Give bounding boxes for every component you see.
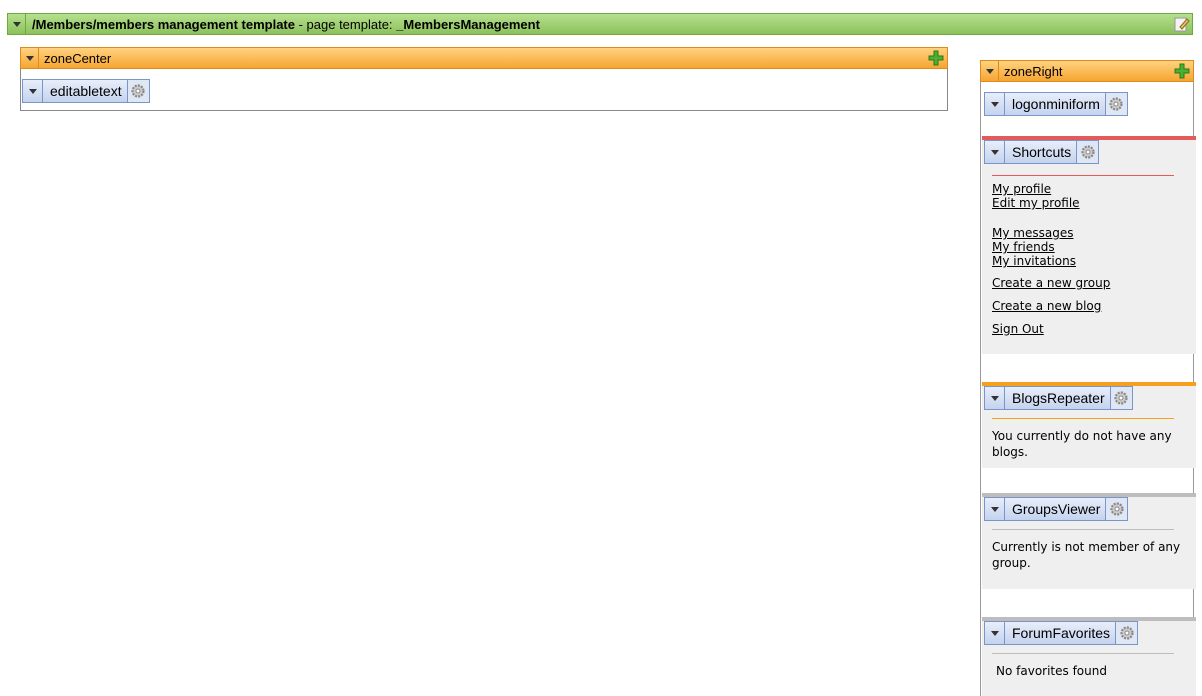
webpart-label: Shortcuts (1012, 144, 1072, 160)
link-my-messages[interactable]: My messages (992, 226, 1110, 240)
webpart-label: BlogsRepeater (1012, 390, 1105, 406)
add-webpart-icon[interactable] (928, 50, 944, 66)
template-separator: - page template: (294, 16, 397, 32)
webpart-editabletext[interactable]: editabletext (22, 79, 150, 103)
collapse-arrow-icon[interactable] (21, 48, 39, 68)
collapse-arrow-icon[interactable] (985, 622, 1005, 644)
gear-icon[interactable] (1076, 141, 1099, 163)
collapse-arrow-icon[interactable] (985, 141, 1005, 163)
gear-icon[interactable] (1109, 387, 1132, 409)
gear-icon[interactable] (1105, 498, 1128, 520)
link-create-group[interactable]: Create a new group (992, 276, 1110, 290)
webpart-label: logonminiform (1012, 96, 1100, 112)
collapse-arrow-icon[interactable] (985, 387, 1005, 409)
collapse-arrow-icon[interactable] (985, 498, 1005, 520)
webpart-label: editabletext (50, 83, 122, 99)
collapse-arrow-icon[interactable] (23, 80, 43, 102)
edit-template-icon[interactable] (1174, 16, 1190, 32)
divider (992, 175, 1174, 176)
webpart-label: ForumFavorites (1012, 625, 1111, 641)
zone-right-label: zoneRight (1004, 63, 1063, 79)
zone-right-header: zoneRight (980, 60, 1194, 82)
link-my-friends[interactable]: My friends (992, 240, 1110, 254)
zone-center-header: zoneCenter (20, 47, 948, 69)
gear-icon[interactable] (1104, 93, 1127, 115)
zone-center-body (20, 69, 948, 111)
link-my-invitations[interactable]: My invitations (992, 254, 1110, 268)
zone-center-label: zoneCenter (44, 50, 112, 66)
groups-message: Currently is not member of any group. (992, 540, 1181, 570)
webpart-groupsviewer[interactable]: GroupsViewer (984, 497, 1129, 521)
collapse-arrow-icon[interactable] (981, 61, 999, 81)
collapse-arrow-icon[interactable] (8, 14, 26, 34)
shortcuts-links: My profile Edit my profile My messages M… (992, 182, 1110, 336)
webpart-forumfavorites[interactable]: ForumFavorites (984, 621, 1139, 645)
link-my-profile[interactable]: My profile (992, 182, 1110, 196)
webpart-blogsrepeater[interactable]: BlogsRepeater (984, 386, 1133, 410)
template-name[interactable]: _MembersManagement (396, 17, 540, 32)
link-create-blog[interactable]: Create a new blog (992, 299, 1110, 313)
divider (992, 529, 1174, 530)
link-sign-out[interactable]: Sign Out (992, 322, 1110, 336)
webpart-label: GroupsViewer (1012, 501, 1101, 517)
shortcuts-webpart-box: My profile Edit my profile My messages M… (982, 136, 1196, 354)
webpart-logonminiform[interactable]: logonminiform (984, 92, 1128, 116)
gear-icon[interactable] (126, 80, 149, 102)
divider (992, 653, 1174, 654)
webpart-shortcuts[interactable]: Shortcuts (984, 140, 1100, 164)
add-webpart-icon[interactable] (1174, 63, 1190, 79)
link-edit-my-profile[interactable]: Edit my profile (992, 196, 1110, 210)
gear-icon[interactable] (1115, 622, 1138, 644)
collapse-arrow-icon[interactable] (985, 93, 1005, 115)
forums-message: No favorites found (996, 664, 1107, 678)
divider (992, 418, 1174, 419)
blogs-message: You currently do not have any blogs. (992, 429, 1172, 459)
template-path: /Members/members management template (32, 16, 295, 32)
page-template-bar: /Members/members management template - p… (7, 13, 1193, 35)
